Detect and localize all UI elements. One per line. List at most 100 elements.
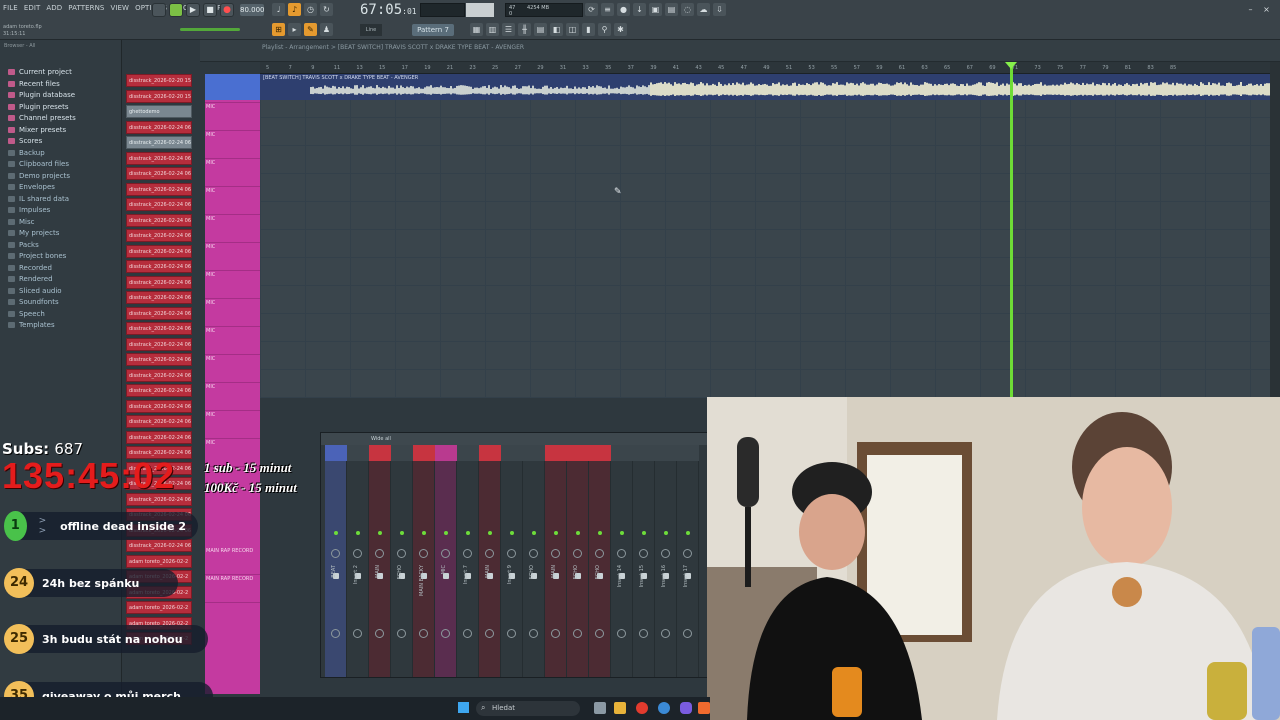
menu-edit[interactable]: EDIT: [23, 4, 42, 12]
playlist-icon[interactable]: ▦: [470, 23, 483, 36]
menu-patterns[interactable]: PATTERNS: [67, 4, 105, 12]
mixer-strip[interactable]: ECHO: [589, 445, 611, 677]
browser-item[interactable]: Current project: [8, 68, 72, 76]
track-item[interactable]: adam toreto_2026-02-2: [126, 601, 192, 614]
browser-icon[interactable]: ▤: [534, 23, 547, 36]
browser-item[interactable]: Speech: [8, 310, 45, 318]
strip-active-led[interactable]: [664, 531, 668, 535]
browser-item[interactable]: Scores: [8, 137, 42, 145]
metronome-icon[interactable]: ♩: [272, 3, 285, 16]
strip-active-led[interactable]: [554, 531, 558, 535]
track-item[interactable]: disstrack_2026-02-20 15: [126, 89, 192, 103]
mixer-titlebar[interactable]: Wide all: [321, 433, 707, 445]
stereo-knob[interactable]: [639, 629, 648, 638]
stereo-knob[interactable]: [529, 629, 538, 638]
browser-item[interactable]: Mixer presets: [8, 126, 66, 134]
track-item[interactable]: disstrack_2026-02-24 06: [126, 539, 192, 552]
menu-file[interactable]: FILE: [2, 4, 19, 12]
strip-active-led[interactable]: [620, 531, 624, 535]
brush-icon[interactable]: ♟: [320, 23, 333, 36]
windows-start-icon[interactable]: [458, 702, 469, 713]
beat-lane-header[interactable]: [205, 74, 260, 100]
track-item[interactable]: disstrack_2026-02-20 15: [126, 74, 192, 87]
song-mode-icon[interactable]: [169, 3, 183, 17]
mixer-strip[interactable]: Insert 9: [501, 445, 523, 677]
strip-active-led[interactable]: [444, 531, 448, 535]
pan-knob[interactable]: [331, 549, 340, 558]
opera-icon[interactable]: [636, 702, 648, 714]
track-item[interactable]: disstrack_2026-02-24 06: [126, 229, 192, 242]
mixer-icon[interactable]: ≡: [601, 3, 614, 16]
pattern-song-toggle-icon[interactable]: [152, 3, 166, 17]
stereo-knob[interactable]: [353, 629, 362, 638]
browser-item[interactable]: Recorded: [8, 264, 52, 272]
track-item[interactable]: disstrack_2026-02-24 06: [126, 306, 192, 320]
stop-icon[interactable]: ■: [203, 3, 217, 17]
mixer-strip[interactable]: MAIN: [369, 445, 391, 677]
channel-rack-icon[interactable]: ☰: [502, 23, 515, 36]
mixer-strip[interactable]: ECHO: [523, 445, 545, 677]
track-item[interactable]: disstrack_2026-02-24 06: [126, 213, 192, 227]
plugin-picker-icon[interactable]: ◧: [550, 23, 563, 36]
chat-icon[interactable]: ◌: [681, 3, 694, 16]
track-item[interactable]: disstrack_2026-02-24 06: [126, 120, 192, 134]
track-item[interactable]: disstrack_2026-02-24 06: [126, 198, 192, 211]
plugin-icon[interactable]: ▤: [665, 3, 678, 16]
pin-icon[interactable]: ✱: [614, 23, 627, 36]
cloud-icon[interactable]: ☁: [697, 3, 710, 16]
stereo-knob[interactable]: [617, 629, 626, 638]
taskbar-search[interactable]: Hledat: [476, 701, 580, 716]
browser-item[interactable]: Misc: [8, 218, 34, 226]
track-item[interactable]: disstrack_2026-02-24 06: [126, 291, 192, 304]
browser-item[interactable]: Plugin presets: [8, 103, 68, 111]
track-item[interactable]: disstrack_2026-02-24 06: [126, 384, 192, 397]
minimize-icon[interactable]: –: [1244, 3, 1257, 16]
pan-knob[interactable]: [441, 549, 450, 558]
playlist-grid[interactable]: [260, 74, 1270, 398]
pan-knob[interactable]: [375, 549, 384, 558]
browser-item[interactable]: Channel presets: [8, 114, 76, 122]
pan-knob[interactable]: [661, 549, 670, 558]
menu-add[interactable]: ADD: [45, 4, 63, 12]
pan-knob[interactable]: [573, 549, 582, 558]
strip-active-led[interactable]: [510, 531, 514, 535]
browser-item[interactable]: Rendered: [8, 275, 53, 283]
wait-input-icon[interactable]: ♪: [288, 3, 301, 16]
browser-item[interactable]: Soundfonts: [8, 298, 59, 306]
download-icon[interactable]: ↓: [633, 3, 646, 16]
timeline-ruler[interactable]: 5 7 9 11 13 15 17 19 21 23 25 27 29 31 33 35 37 39 41 43 45 4…: [260, 62, 1270, 74]
track-item[interactable]: disstrack_2026-02-24 06: [126, 430, 192, 444]
countdown-icon[interactable]: ◷: [304, 3, 317, 16]
track-item[interactable]: disstrack_2026-02-24 06: [126, 182, 192, 196]
stereo-knob[interactable]: [419, 629, 428, 638]
pencil-icon[interactable]: ✎: [304, 23, 317, 36]
mixer-strip[interactable]: MAIN: [545, 445, 567, 677]
track-item[interactable]: disstrack_2026-02-24 06: [126, 151, 192, 165]
browser-item[interactable]: Clipboard files: [8, 160, 69, 168]
mixer-strip[interactable]: Insert 16: [655, 445, 677, 677]
browser-item[interactable]: Project bones: [8, 252, 66, 260]
stereo-knob[interactable]: [507, 629, 516, 638]
browser-item[interactable]: Sliced audio: [8, 287, 62, 295]
pan-knob[interactable]: [683, 549, 692, 558]
strip-active-led[interactable]: [488, 531, 492, 535]
task-view-icon[interactable]: [594, 702, 606, 714]
browser-item[interactable]: Plugin database: [8, 91, 75, 99]
stereo-knob[interactable]: [331, 629, 340, 638]
mixer-strip[interactable]: ECHO: [391, 445, 413, 677]
snap-icon[interactable]: ⊞: [272, 23, 285, 36]
pan-knob[interactable]: [419, 549, 428, 558]
browser-item[interactable]: Envelopes: [8, 183, 55, 191]
pan-knob[interactable]: [529, 549, 538, 558]
browser-item[interactable]: Backup: [8, 149, 45, 157]
track-item[interactable]: disstrack_2026-02-24 06: [126, 368, 192, 382]
refresh-icon[interactable]: ⟳: [585, 3, 598, 16]
track-item[interactable]: disstrack_2026-02-24 06: [126, 337, 192, 351]
mixer-strip[interactable]: ECHO: [567, 445, 589, 677]
track-item[interactable]: disstrack_2026-02-24 06: [126, 353, 192, 366]
stereo-knob[interactable]: [375, 629, 384, 638]
vertical-scrollbar[interactable]: [1270, 62, 1280, 398]
strip-active-led[interactable]: [686, 531, 690, 535]
browser-item[interactable]: Demo projects: [8, 172, 70, 180]
stereo-knob[interactable]: [683, 629, 692, 638]
